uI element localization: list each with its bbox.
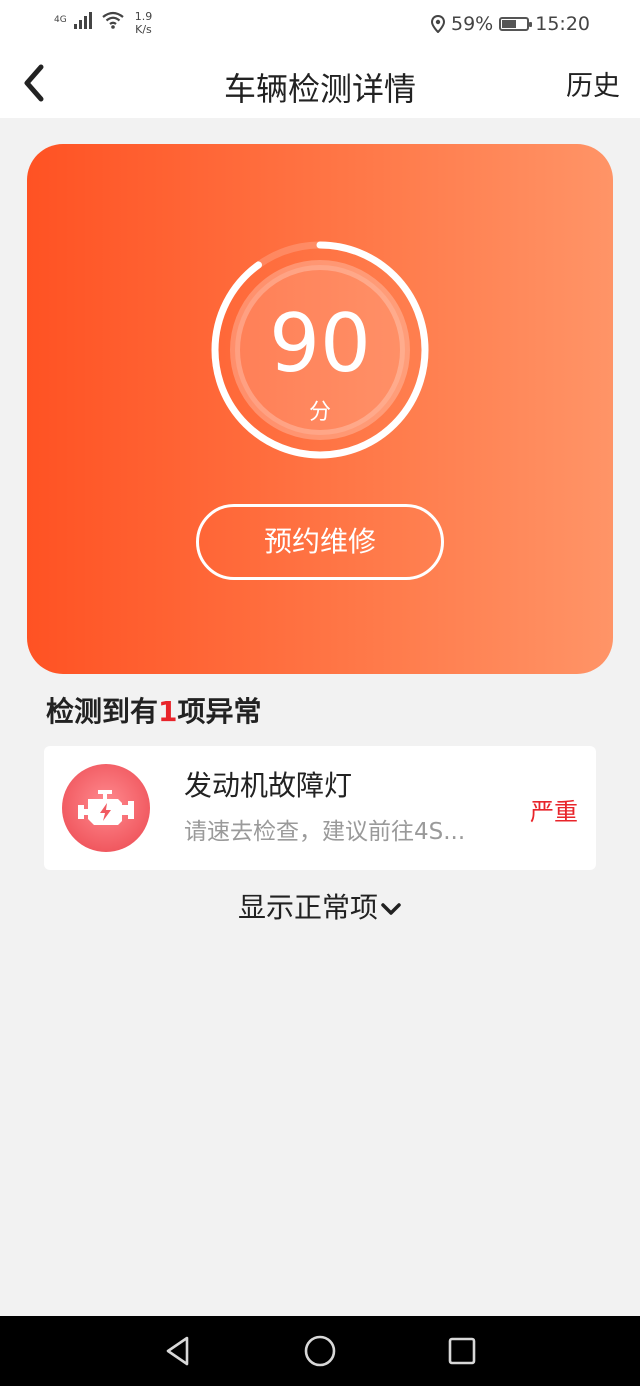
network-type: 4G	[54, 15, 67, 25]
location-icon	[431, 15, 445, 33]
book-repair-button[interactable]: 预约维修	[196, 504, 444, 580]
speed-value: 1.9	[134, 10, 153, 23]
system-nav-bar	[0, 1316, 640, 1386]
fault-description: 请速去检查，建议前往4S...	[184, 819, 466, 845]
nav-bar: 车辆检测详情 历史	[0, 50, 640, 118]
abnormal-heading: 检测到有1项异常	[46, 690, 262, 730]
fault-name: 发动机故障灯	[184, 769, 353, 802]
network-speed: 1.9 K/s	[135, 10, 153, 36]
battery-icon	[499, 17, 533, 31]
score-card: 90 分 预约维修	[27, 144, 613, 674]
status-right: 59% 15:20	[431, 13, 590, 35]
severity-badge: 严重	[530, 798, 578, 826]
abnormal-heading-suffix: 项异常	[177, 695, 262, 728]
clock: 15:20	[535, 13, 590, 35]
battery-fill	[502, 20, 517, 28]
page-title: 车辆检测详情	[223, 70, 416, 108]
engine-icon	[62, 764, 150, 852]
speed-unit: K/s	[135, 23, 152, 36]
chevron-down-icon	[381, 903, 401, 915]
show-normal-toggle[interactable]: 显示正常项	[0, 886, 640, 926]
score-value: 90	[269, 297, 371, 390]
status-left: 4G 1.9 K/s	[54, 10, 152, 36]
abnormal-count: 1	[158, 695, 178, 728]
history-link[interactable]: 历史	[566, 64, 620, 103]
status-bar: 4G 1.9 K/s 59% 15:20	[0, 0, 640, 50]
nav-recents-button[interactable]	[444, 1333, 480, 1369]
square-recents-icon	[448, 1337, 476, 1365]
circle-home-icon	[304, 1335, 336, 1367]
abnormal-heading-prefix: 检测到有	[46, 695, 159, 728]
wifi-icon	[102, 11, 124, 29]
nav-back-button[interactable]	[160, 1333, 196, 1369]
score-unit: 分	[308, 400, 331, 425]
nav-home-button[interactable]	[302, 1333, 338, 1369]
battery-percent: 59%	[451, 13, 494, 35]
show-normal-label: 显示正常项	[237, 891, 378, 924]
triangle-back-icon	[166, 1336, 189, 1366]
fault-item-card[interactable]: 发动机故障灯 请速去检查，建议前往4S... 严重	[44, 746, 596, 870]
signal-icon	[73, 12, 92, 29]
